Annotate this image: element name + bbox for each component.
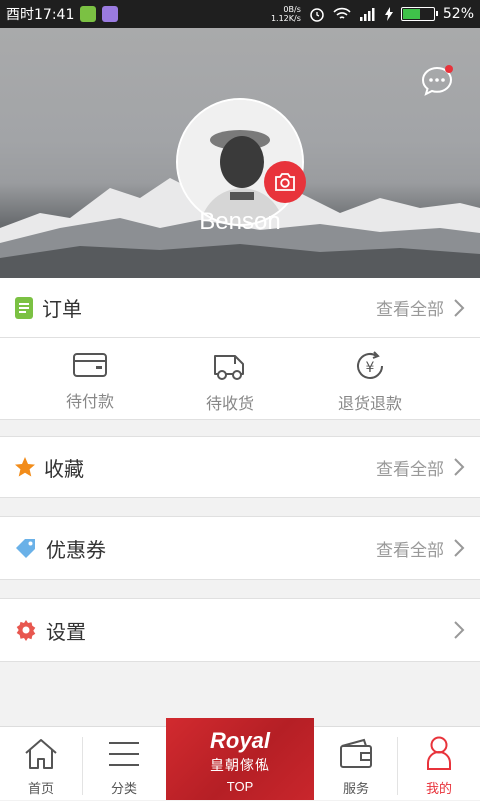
brand-logo-text: Royal xyxy=(166,728,314,754)
battery-icon xyxy=(401,7,435,21)
download-speed: 1.12K/s xyxy=(271,14,301,23)
orders-view-all[interactable]: 查看全部 xyxy=(376,295,444,320)
signal-icon xyxy=(359,7,377,21)
refund-button[interactable]: ¥ 退货退款 xyxy=(310,350,430,414)
camera-icon xyxy=(274,173,296,191)
battery-percent: 52% xyxy=(443,6,474,22)
tab-service[interactable]: 服务 xyxy=(315,727,397,801)
top-label: TOP xyxy=(166,779,314,794)
coupons-row[interactable]: 优惠券 查看全部 xyxy=(0,516,480,580)
favorites-title: 收藏 xyxy=(44,453,84,482)
network-speed: 0B/s 1.12K/s xyxy=(271,5,301,23)
order-icon xyxy=(14,296,34,320)
wifi-icon xyxy=(333,7,351,21)
refund-label: 退货退款 xyxy=(310,390,430,414)
chevron-right-icon xyxy=(452,620,466,640)
notification-app-icon xyxy=(80,6,96,22)
coupons-title: 优惠券 xyxy=(46,534,106,563)
brand-logo-cn: 皇朝傢俬 xyxy=(166,755,314,775)
refund-icon: ¥ xyxy=(352,350,388,382)
bottom-tab-bar: 首页 分类 Royal 皇朝傢俬 TOP 服务 我的 xyxy=(0,726,480,800)
tab-service-label: 服务 xyxy=(315,778,397,797)
user-icon xyxy=(424,735,454,771)
charging-icon xyxy=(385,7,393,21)
home-icon xyxy=(23,737,59,771)
chat-bubble-icon xyxy=(420,64,454,98)
tab-category-label: 分类 xyxy=(83,778,165,797)
tab-home-label: 首页 xyxy=(0,778,82,797)
profile-header: Benson xyxy=(0,28,480,278)
svg-text:¥: ¥ xyxy=(366,360,375,376)
settings-title: 设置 xyxy=(46,616,86,645)
royal-top-button[interactable]: Royal 皇朝傢俬 TOP xyxy=(166,718,314,800)
orders-row[interactable]: 订单 查看全部 xyxy=(0,278,480,338)
status-bar: 酉时17:41 0B/s 1.12K/s 52% xyxy=(0,0,480,28)
pending-receipt-label: 待收货 xyxy=(170,390,290,414)
message-button[interactable] xyxy=(420,64,454,98)
status-time: 酉时17:41 xyxy=(6,4,74,24)
alarm-icon xyxy=(309,6,325,22)
coupon-tag-icon xyxy=(14,537,38,559)
notification-app-icon xyxy=(102,6,118,22)
tab-mine-label: 我的 xyxy=(398,778,480,797)
wallet-icon xyxy=(338,738,374,770)
favorites-view-all[interactable]: 查看全部 xyxy=(376,455,444,480)
orders-title: 订单 xyxy=(42,293,82,322)
star-icon xyxy=(14,456,36,478)
pending-receipt-button[interactable]: 待收货 xyxy=(170,350,290,414)
truck-icon xyxy=(212,350,248,382)
tab-mine[interactable]: 我的 xyxy=(398,727,480,801)
list-icon xyxy=(107,739,141,769)
settings-row[interactable]: 设置 xyxy=(0,598,480,662)
coupons-view-all[interactable]: 查看全部 xyxy=(376,536,444,561)
order-status-bar: 待付款 待收货 ¥ 退货退款 xyxy=(0,338,480,420)
pending-payment-button[interactable]: 待付款 xyxy=(30,350,150,412)
change-avatar-button[interactable] xyxy=(264,161,306,203)
chevron-right-icon xyxy=(452,298,466,318)
favorites-row[interactable]: 收藏 查看全部 xyxy=(0,436,480,498)
tab-category[interactable]: 分类 xyxy=(83,727,165,801)
upload-speed: 0B/s xyxy=(271,5,301,14)
chevron-right-icon xyxy=(452,538,466,558)
chevron-right-icon xyxy=(452,457,466,477)
username: Benson xyxy=(0,208,480,236)
tab-home[interactable]: 首页 xyxy=(0,727,82,801)
gear-icon xyxy=(14,618,38,642)
pending-payment-label: 待付款 xyxy=(30,388,150,412)
wallet-icon xyxy=(72,350,108,380)
